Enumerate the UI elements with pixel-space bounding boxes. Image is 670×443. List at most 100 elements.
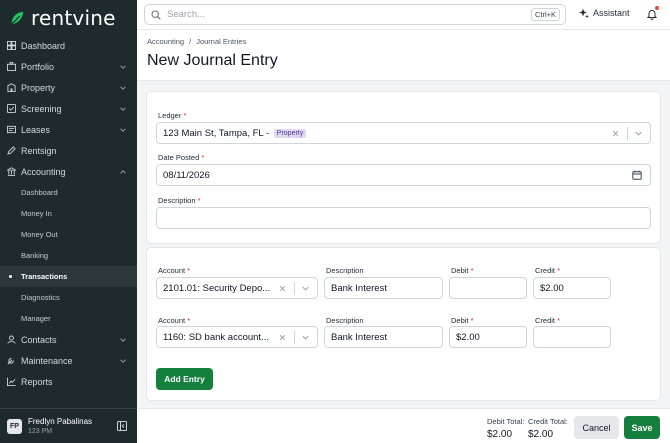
sidebar-item-rentsign[interactable]: Rentsign	[0, 140, 137, 161]
search-icon	[151, 9, 161, 20]
collapse-sidebar-icon[interactable]	[117, 421, 127, 431]
line-2-account-value: 1160: SD bank account...	[163, 331, 269, 343]
add-entry-button[interactable]: Add Entry	[156, 368, 213, 390]
debit-label: Debit *	[451, 266, 474, 275]
user-profile[interactable]: FP Fredlyn Pabalinas 123 PM	[0, 408, 137, 443]
chevron-down-icon	[120, 337, 126, 342]
ledger-select[interactable]: 123 Main St, Tampa, FL - Property	[156, 122, 651, 144]
sidebar-item-property[interactable]: Property	[0, 77, 137, 98]
sidebar-item-portfolio[interactable]: Portfolio	[0, 56, 137, 77]
sidebar-item-label: Property	[21, 82, 56, 93]
chevron-down-icon[interactable]	[634, 129, 643, 138]
sidebar-subitem-label: Transactions	[21, 272, 68, 281]
credit-label: Credit *	[535, 266, 560, 275]
sidebar-item-accounting[interactable]: Accounting	[0, 161, 137, 182]
account-label-text: Account	[158, 266, 186, 275]
journal-entry-details-card: Ledger * 123 Main St, Tampa, FL - Proper…	[146, 91, 661, 244]
line-2-debit-input[interactable]: $2.00	[449, 326, 527, 348]
sidebar-subitem-money-out[interactable]: Money Out	[0, 224, 137, 245]
calendar-icon[interactable]	[632, 170, 642, 180]
rentvine-logo-icon	[11, 11, 24, 25]
sidebar-item-dashboard[interactable]: Dashboard	[0, 35, 137, 56]
sidebar-item-leases[interactable]: Leases	[0, 119, 137, 140]
sidebar-subitem-label: Money Out	[21, 230, 58, 239]
user-company: 123 PM	[28, 428, 53, 435]
breadcrumb-journal-entries[interactable]: Journal Entries	[196, 37, 246, 46]
dashboard-icon	[7, 41, 16, 50]
sidebar-item-screening[interactable]: Screening	[0, 98, 137, 119]
line-description-label: Description	[326, 266, 364, 275]
chevron-down-icon	[120, 358, 126, 363]
save-button[interactable]: Save	[624, 416, 660, 439]
sidebar-item-reports[interactable]: Reports	[0, 371, 137, 392]
sidebar-subitem-money-in[interactable]: Money In	[0, 203, 137, 224]
credit-total-value: $2.00	[528, 429, 554, 440]
line-1-description-input[interactable]: Bank Interest	[324, 277, 443, 299]
user-name: Fredlyn Pabalinas	[28, 417, 93, 426]
chevron-down-icon[interactable]	[301, 333, 310, 342]
breadcrumb-accounting[interactable]: Accounting	[147, 37, 184, 46]
line-1-debit-input[interactable]	[449, 277, 527, 299]
required-marker: *	[557, 266, 561, 275]
line-2-credit-input[interactable]	[533, 326, 611, 348]
account-label: Account *	[158, 266, 190, 275]
line-2-description-input[interactable]: Bank Interest	[324, 326, 443, 348]
search-box[interactable]: Ctrl+K	[144, 4, 566, 25]
select-separator	[294, 281, 295, 295]
sidebar-subitem-diagnostics[interactable]: Diagnostics	[0, 287, 137, 308]
required-marker: *	[183, 111, 187, 120]
sparkle-icon	[579, 8, 589, 18]
line-2-debit-value: $2.00	[456, 331, 480, 343]
select-separator	[294, 330, 295, 344]
line-1-credit-input[interactable]: $2.00	[533, 277, 611, 299]
user-info: Fredlyn Pabalinas 123 PM	[28, 417, 117, 435]
date-posted-label-text: Date Posted	[158, 153, 200, 162]
chevron-down-icon[interactable]	[301, 284, 310, 293]
date-posted-input[interactable]: 08/11/2026	[156, 164, 651, 186]
line-1-credit-value: $2.00	[540, 282, 564, 294]
sidebar-subitem-label: Diagnostics	[21, 293, 60, 302]
sidebar-subitem-label: Manager	[21, 314, 51, 323]
chart-icon	[7, 377, 16, 386]
chevron-up-icon	[120, 169, 126, 174]
rentvine-logo[interactable]: rentvine	[8, 6, 116, 30]
sidebar-subitem-transactions[interactable]: Transactions	[0, 266, 137, 287]
clear-icon[interactable]	[611, 129, 620, 138]
sidebar-subitem-label: Dashboard	[21, 188, 58, 197]
line-2-description-value: Bank Interest	[331, 331, 387, 343]
sidebar-subitem-banking[interactable]: Banking	[0, 245, 137, 266]
sidebar-subitem-manager[interactable]: Manager	[0, 308, 137, 329]
clear-icon[interactable]	[278, 284, 287, 293]
sidebar-item-contacts[interactable]: Contacts	[0, 329, 137, 350]
bank-icon	[7, 167, 16, 176]
wrench-icon	[7, 356, 16, 365]
required-marker: *	[470, 316, 474, 325]
chevron-down-icon	[120, 127, 126, 132]
notification-dot	[655, 6, 659, 10]
cancel-button[interactable]: Cancel	[574, 416, 619, 439]
page-title: New Journal Entry	[147, 52, 278, 69]
sidebar-item-label: Dashboard	[21, 40, 66, 51]
description-input[interactable]	[156, 207, 651, 229]
sidebar-subitem-accounting-dashboard[interactable]: Dashboard	[0, 182, 137, 203]
line-2-account-select[interactable]: 1160: SD bank account...	[156, 326, 318, 348]
ledger-label-text: Ledger	[158, 111, 182, 120]
chevron-down-icon	[120, 64, 126, 69]
ledger-value-text: 123 Main St, Tampa, FL -	[163, 127, 270, 139]
account-label-text: Account	[158, 316, 186, 325]
assistant-label: Assistant	[593, 8, 630, 18]
sidebar-nav: Dashboard Portfolio Property Screening L…	[0, 35, 137, 392]
sidebar-item-label: Contacts	[21, 334, 57, 345]
line-1-account-select[interactable]: 2101.01: Security Depo...	[156, 277, 318, 299]
avatar: FP	[7, 418, 22, 434]
required-marker: *	[201, 153, 205, 162]
credit-label-text: Credit	[535, 316, 556, 325]
search-input[interactable]	[167, 9, 531, 20]
sidebar-item-maintenance[interactable]: Maintenance	[0, 350, 137, 371]
pen-icon	[7, 146, 16, 155]
assistant-button[interactable]: Assistant	[579, 8, 630, 18]
clear-icon[interactable]	[278, 333, 287, 342]
select-separator	[627, 126, 628, 140]
sidebar-item-label: Accounting	[21, 166, 66, 177]
debit-label-text: Debit	[451, 266, 469, 275]
